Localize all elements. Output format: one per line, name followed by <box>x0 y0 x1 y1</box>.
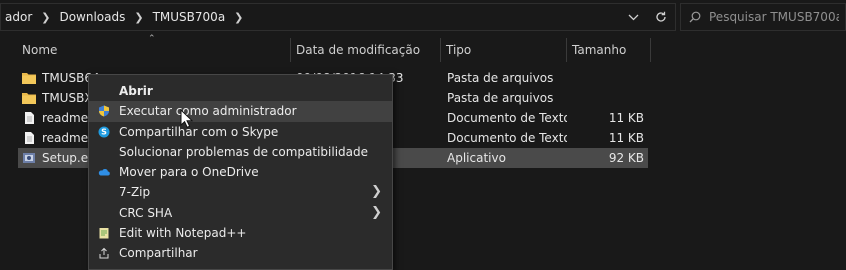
file-type: Pasta de arquivos <box>447 71 554 85</box>
setup-exe-icon <box>23 153 35 163</box>
menu-item-label: Compartilhar com o Skype <box>119 124 279 139</box>
chevron-right-icon: ❯ <box>371 204 382 220</box>
menu-item-share[interactable]: Compartilhar <box>89 243 392 263</box>
menu-item-label: Edit with Notepad++ <box>119 226 247 241</box>
menu-item-label: CRC SHA <box>119 205 173 220</box>
menu-item-notepadpp[interactable]: Edit with Notepad++ <box>89 223 392 243</box>
menu-item-7zip[interactable]: 7-Zip ❯ <box>89 182 392 202</box>
file-type: Documento de Texto <box>447 111 567 125</box>
breadcrumb-separator-icon[interactable]: ❯ <box>234 11 243 24</box>
file-type: Aplicativo <box>447 151 506 165</box>
shield-icon <box>99 105 109 117</box>
menu-item-share-skype[interactable]: S Compartilhar com o Skype <box>89 122 392 142</box>
search-input[interactable] <box>709 10 839 24</box>
file-type: Documento de Texto <box>447 131 567 145</box>
search-box[interactable] <box>680 3 846 31</box>
menu-item-label: Abrir <box>119 84 153 98</box>
notepadpp-icon <box>99 228 109 239</box>
search-icon <box>681 11 709 23</box>
menu-item-run-as-admin[interactable]: Executar como administrador <box>89 101 392 122</box>
column-name[interactable]: Nome <box>16 38 290 62</box>
column-size[interactable]: Tamanho <box>566 38 650 62</box>
menu-item-label: 7-Zip <box>119 185 151 200</box>
share-icon <box>99 248 109 259</box>
skype-icon: S <box>98 126 110 138</box>
breadcrumb-current[interactable]: TMUSB700a <box>153 10 226 24</box>
file-size: 11 KB <box>608 111 644 125</box>
folder-icon <box>22 93 36 104</box>
mouse-cursor-icon <box>180 109 194 128</box>
text-file-icon <box>25 132 34 144</box>
svg-text:S: S <box>101 127 107 136</box>
chevron-down-icon[interactable] <box>619 4 647 30</box>
column-header: ⌃ Nome Data de modificação Tipo Tamanho <box>0 34 846 62</box>
column-type[interactable]: Tipo <box>440 38 566 62</box>
menu-item-label: Compartilhar <box>119 246 198 261</box>
refresh-icon[interactable] <box>647 4 675 30</box>
column-divider[interactable] <box>650 38 651 62</box>
menu-item-onedrive[interactable]: Mover para o OneDrive <box>89 162 392 182</box>
menu-item-label: Executar como administrador <box>119 104 297 119</box>
column-date[interactable]: Data de modificação <box>290 38 440 62</box>
file-size: 11 KB <box>608 131 644 145</box>
menu-item-label: Solucionar problemas de compatibilidade <box>119 144 368 159</box>
chevron-right-icon: ❯ <box>371 184 382 200</box>
breadcrumb-separator-icon[interactable]: ❯ <box>41 11 50 24</box>
breadcrumb-separator-icon[interactable]: ❯ <box>134 11 143 24</box>
text-file-icon <box>25 112 34 124</box>
menu-item-troubleshoot[interactable]: Solucionar problemas de compatibilidade <box>89 142 392 162</box>
onedrive-icon <box>98 169 110 176</box>
menu-item-open[interactable]: Abrir <box>89 81 392 101</box>
menu-item-label: Mover para o OneDrive <box>119 165 259 180</box>
breadcrumb-parent[interactable]: ador <box>5 10 32 24</box>
context-menu: Abrir Executar como administrador S Comp… <box>88 74 393 270</box>
file-type: Pasta de arquivos <box>447 91 554 105</box>
menu-item-crc-sha[interactable]: CRC SHA ❯ <box>89 203 392 223</box>
file-size: 92 KB <box>608 151 644 165</box>
folder-icon <box>22 73 36 84</box>
address-bar[interactable]: ador ❯ Downloads ❯ TMUSB700a ❯ <box>0 3 676 31</box>
breadcrumb-downloads[interactable]: Downloads <box>59 10 125 24</box>
